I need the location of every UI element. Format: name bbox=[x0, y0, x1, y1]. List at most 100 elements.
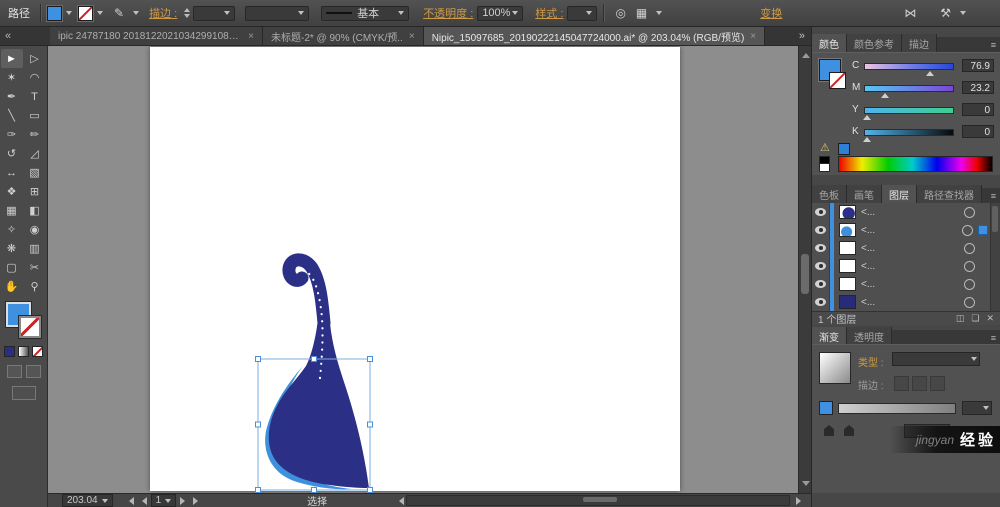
layers-scroll-thumb[interactable] bbox=[992, 206, 998, 232]
layer-row[interactable]: <... bbox=[812, 257, 1000, 276]
slider-thumb-icon[interactable] bbox=[926, 67, 935, 76]
document-tab-2[interactable]: 未标题-2* @ 90% (CMYK/预.. × bbox=[263, 27, 424, 45]
tab-transparency[interactable]: 透明度 bbox=[847, 327, 892, 345]
scroll-right-icon[interactable] bbox=[796, 496, 805, 505]
tool-symbol-sprayer[interactable]: ❋ bbox=[1, 239, 23, 258]
tool-column-graph[interactable]: ▥ bbox=[24, 239, 46, 258]
draw-behind-button[interactable] bbox=[25, 365, 41, 378]
toolbar-collapse-icon[interactable]: « bbox=[0, 27, 50, 45]
delete-layer-icon[interactable]: ✕ bbox=[986, 313, 994, 324]
brush-definition-control[interactable]: ✎ bbox=[109, 6, 140, 20]
layer-target-icon[interactable] bbox=[962, 224, 973, 236]
panel-menu-icon[interactable]: ≡ bbox=[991, 333, 996, 343]
canvas-area[interactable] bbox=[48, 46, 798, 493]
new-layer-icon[interactable]: ❏ bbox=[971, 313, 979, 324]
stroke-swatch[interactable] bbox=[78, 5, 93, 21]
fill-swatch[interactable] bbox=[47, 5, 62, 21]
tool-slice[interactable]: ✂ bbox=[24, 258, 46, 277]
color-spectrum-bar[interactable] bbox=[838, 156, 993, 172]
layer-thumbnail[interactable] bbox=[839, 241, 856, 255]
layer-target-icon[interactable] bbox=[964, 296, 975, 308]
close-icon[interactable]: × bbox=[750, 31, 756, 42]
layer-target-icon[interactable] bbox=[964, 260, 975, 272]
color-button[interactable] bbox=[4, 346, 15, 357]
screen-mode-button[interactable] bbox=[11, 386, 36, 400]
gradient-ramp-slider[interactable] bbox=[838, 403, 956, 414]
tool-free-transform[interactable]: ▧ bbox=[24, 163, 46, 182]
none-button[interactable] bbox=[32, 346, 43, 357]
tool-shape-builder[interactable]: ❖ bbox=[1, 182, 23, 201]
tool-blend[interactable]: ◉ bbox=[24, 220, 46, 239]
swan-body[interactable] bbox=[268, 319, 369, 488]
layer-target-icon[interactable] bbox=[964, 206, 975, 218]
visibility-toggle[interactable] bbox=[812, 239, 830, 257]
layer-row[interactable]: <... bbox=[812, 203, 1000, 222]
tool-zoom[interactable]: ⚲ bbox=[24, 277, 46, 296]
width-profile-dropdown[interactable] bbox=[245, 5, 310, 21]
layer-thumbnail[interactable] bbox=[839, 205, 856, 219]
tab-brushes[interactable]: 画笔 bbox=[847, 185, 882, 203]
visibility-toggle[interactable] bbox=[812, 257, 830, 275]
channel-slider[interactable] bbox=[862, 107, 954, 120]
panel-menu-icon[interactable]: ≡ bbox=[991, 191, 996, 201]
panel-menu-icon[interactable]: ≡ bbox=[991, 40, 996, 50]
slider-thumb-icon[interactable] bbox=[862, 133, 871, 142]
tab-overflow-icon[interactable]: » bbox=[799, 30, 805, 42]
color-panel-stroke-swatch[interactable] bbox=[829, 72, 846, 89]
channel-slider[interactable] bbox=[864, 85, 954, 98]
tool-rotate[interactable]: ↺ bbox=[1, 144, 23, 163]
recolor-artwork-icon[interactable]: ◎ bbox=[615, 6, 625, 20]
next-artboard-icon[interactable] bbox=[180, 496, 189, 505]
first-artboard-icon[interactable] bbox=[125, 496, 134, 505]
scroll-up-icon[interactable] bbox=[802, 49, 810, 58]
horizontal-scroll-thumb[interactable] bbox=[582, 497, 617, 502]
gradient-stop-icon[interactable] bbox=[824, 425, 834, 436]
tool-scale[interactable]: ◿ bbox=[24, 144, 46, 163]
layer-target-icon[interactable] bbox=[964, 242, 975, 254]
layer-thumbnail[interactable] bbox=[839, 259, 856, 273]
swan-neck-head[interactable] bbox=[282, 253, 331, 330]
layer-target-icon[interactable] bbox=[964, 278, 975, 290]
last-artboard-icon[interactable] bbox=[193, 496, 202, 505]
channel-value-field[interactable]: 0 bbox=[962, 103, 994, 116]
layer-label[interactable]: <... bbox=[861, 207, 964, 218]
tab-stroke[interactable]: 描边 bbox=[902, 34, 937, 52]
transform-panel-link[interactable]: 变换 bbox=[760, 5, 782, 21]
visibility-toggle[interactable] bbox=[812, 203, 830, 221]
tool-type[interactable]: T bbox=[24, 87, 46, 106]
layer-label[interactable]: <... bbox=[861, 297, 964, 308]
visibility-toggle[interactable] bbox=[812, 275, 830, 293]
brush-dropdown[interactable]: 基本 bbox=[321, 5, 410, 21]
horizontal-scrollbar[interactable] bbox=[406, 495, 790, 506]
document-tab-3[interactable]: Nipic_15097685_20190222145047724000.ai* … bbox=[423, 27, 766, 45]
gradient-stop-icon[interactable] bbox=[844, 425, 854, 436]
step-up-icon[interactable] bbox=[184, 5, 191, 12]
layer-thumbnail[interactable] bbox=[839, 295, 856, 309]
style-dropdown[interactable] bbox=[567, 5, 598, 21]
stroke-color-control[interactable] bbox=[78, 5, 103, 21]
tool-gradient[interactable]: ◧ bbox=[24, 201, 46, 220]
style-panel-link[interactable]: 样式 : bbox=[535, 5, 563, 21]
white-swatch[interactable] bbox=[819, 163, 830, 172]
stroke-across-icon[interactable] bbox=[930, 376, 945, 391]
tab-swatches[interactable]: 色板 bbox=[812, 185, 847, 203]
opacity-dropdown[interactable]: 100% bbox=[477, 5, 524, 21]
tool-lasso[interactable]: ◠ bbox=[24, 68, 46, 87]
tool-magic-wand[interactable]: ✶ bbox=[1, 68, 23, 87]
layers-scrollbar[interactable] bbox=[990, 203, 1000, 311]
tool-artboard[interactable]: ▢ bbox=[1, 258, 23, 277]
in-gamut-swatch[interactable] bbox=[838, 143, 850, 155]
stroke-weight-dropdown[interactable] bbox=[193, 5, 236, 21]
layer-row[interactable]: <... bbox=[812, 239, 1000, 258]
align-options[interactable]: ▦ bbox=[631, 6, 663, 20]
out-of-gamut-warning-icon[interactable]: ⚠ bbox=[820, 141, 830, 154]
tool-mesh[interactable]: ▦ bbox=[1, 201, 23, 220]
layer-label[interactable]: <... bbox=[861, 243, 964, 254]
tab-layers[interactable]: 图层 bbox=[882, 185, 917, 203]
vertical-scroll-thumb[interactable] bbox=[801, 254, 809, 294]
artboard-number-dropdown[interactable]: 1 bbox=[150, 494, 177, 507]
draw-normal-button[interactable] bbox=[6, 365, 22, 378]
scroll-down-icon[interactable] bbox=[802, 481, 810, 490]
tool-hand[interactable]: ✋ bbox=[1, 277, 23, 296]
layer-thumbnail[interactable] bbox=[839, 223, 856, 237]
